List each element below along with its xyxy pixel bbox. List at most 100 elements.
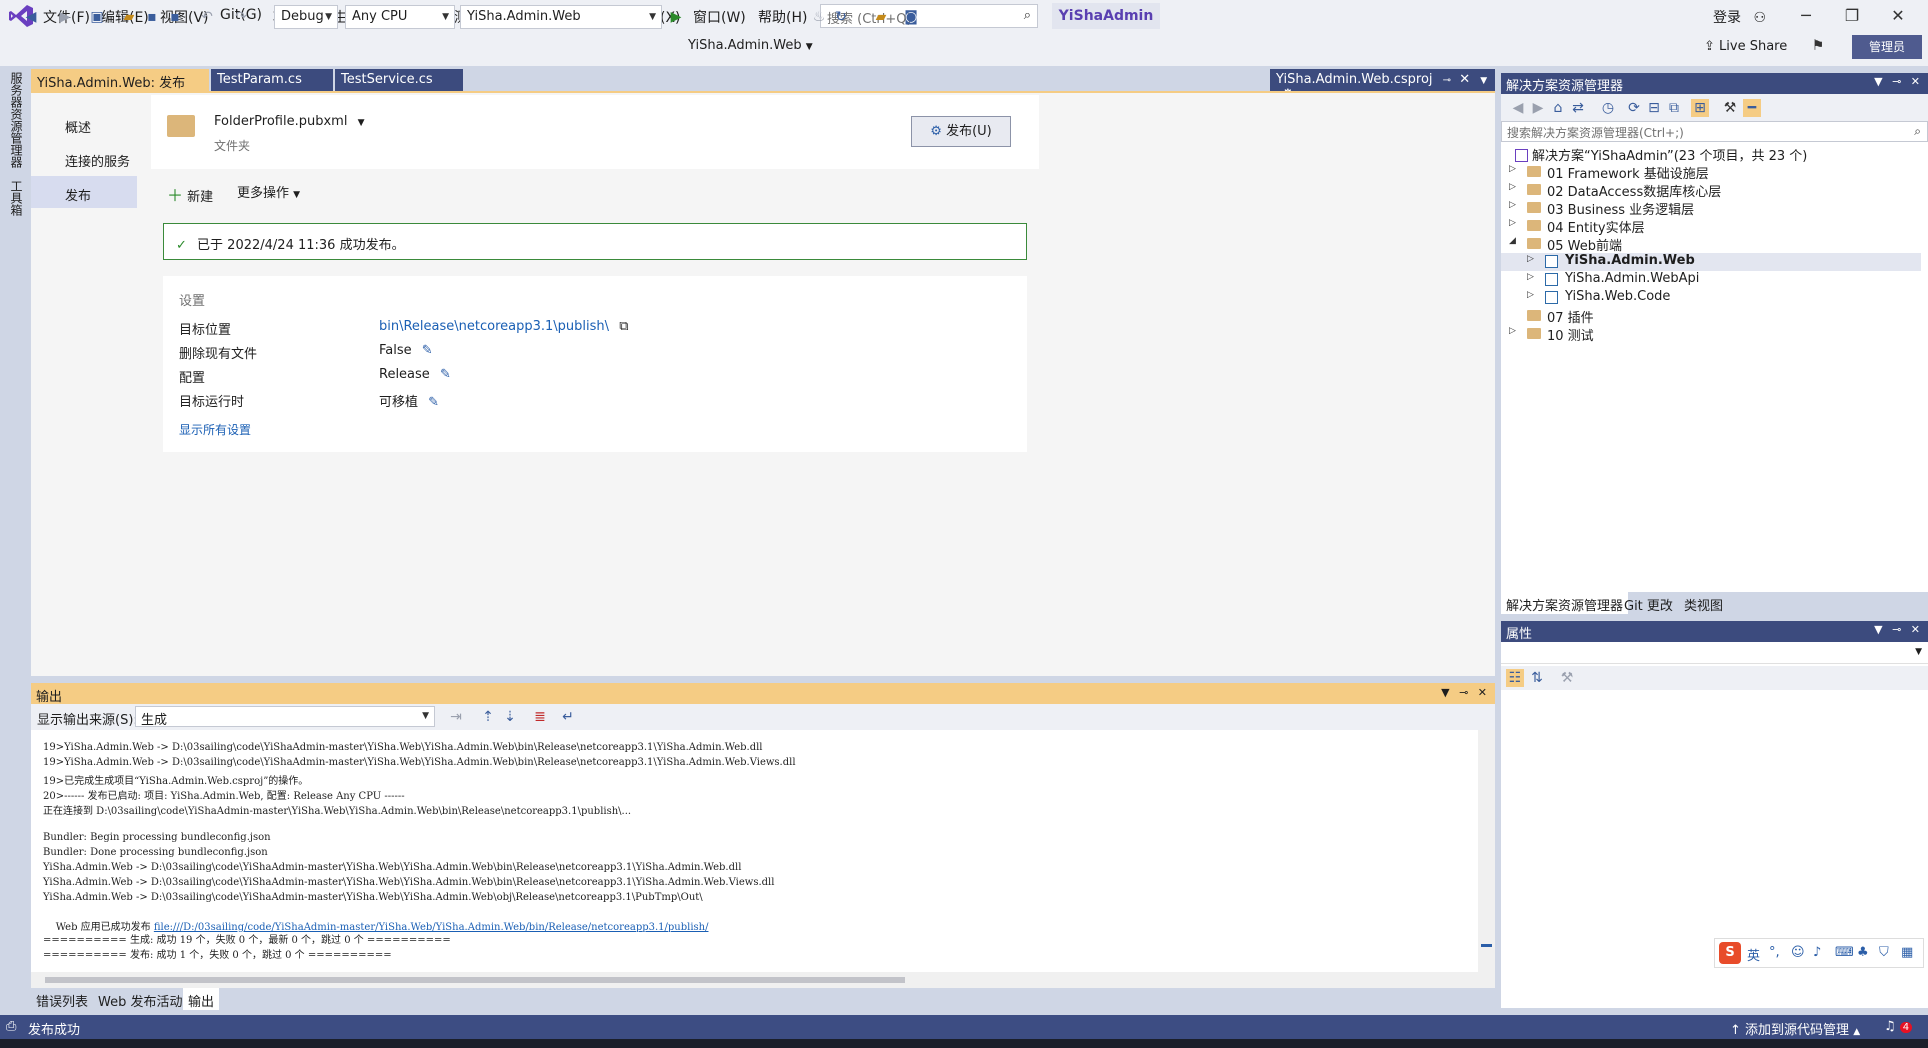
expand-icon[interactable]: ▷ <box>1509 164 1516 174</box>
find-message-icon[interactable]: ⇥ <box>447 708 465 726</box>
tab-error-list[interactable]: 错误列表 <box>31 988 93 1010</box>
output-text[interactable]: 19>YiSha.Admin.Web -> D:\03sailing\code\… <box>31 730 1495 988</box>
next-message-icon[interactable]: ⇣ <box>501 708 519 726</box>
chevron-down-icon[interactable]: ▼ <box>1441 686 1449 699</box>
punctuation-icon[interactable]: °, <box>1769 945 1780 960</box>
expand-icon[interactable]: ▷ <box>1527 272 1534 282</box>
home-icon[interactable]: ⌂ <box>1549 99 1567 117</box>
solution-root[interactable]: 解决方案“YiShaAdmin”(23 个项目，共 23 个) <box>1515 145 1807 164</box>
close-icon[interactable]: ✕ <box>1478 686 1487 699</box>
collapse-all-icon[interactable]: ⊟ <box>1645 99 1663 117</box>
show-all-settings-link[interactable]: 显示所有设置 <box>179 421 251 438</box>
expand-icon[interactable]: ▷ <box>1509 326 1516 336</box>
solution-explorer-search[interactable]: 搜索解决方案资源管理器(Ctrl+;) ⌕ <box>1501 121 1928 142</box>
properties-object-select[interactable]: ▼ <box>1501 642 1928 664</box>
word-wrap-icon[interactable]: ↵ <box>559 708 577 726</box>
forward-icon[interactable]: ▶ <box>56 8 74 26</box>
sync-icon[interactable]: ⟳ <box>1625 99 1643 117</box>
tree-item[interactable]: ▷ YiSha.Admin.WebApi <box>1501 271 1921 289</box>
nav-overview[interactable]: 概述 <box>31 108 137 140</box>
expand-icon[interactable]: ▷ <box>1509 200 1516 210</box>
save-icon[interactable]: ▪ <box>143 8 161 26</box>
scroll-thumb[interactable] <box>1481 944 1492 947</box>
tab-publish[interactable]: YiSha.Admin.Web: 发布 ⊸ ✕ <box>31 69 209 106</box>
output-vertical-scrollbar[interactable] <box>1478 730 1495 988</box>
preview-icon[interactable]: ⊞ <box>1691 99 1709 117</box>
tab-class-view[interactable]: 类视图 <box>1679 592 1728 614</box>
profile-select[interactable]: FolderProfile.pubxml ▼ <box>214 114 365 129</box>
properties-wrench-icon[interactable]: ⚒ <box>1721 99 1739 117</box>
clear-all-icon[interactable]: ≣ <box>531 708 549 726</box>
target-location-link[interactable]: bin\Release\netcoreapp3.1\publish\ <box>379 319 609 334</box>
run-target-button[interactable]: YiSha.Admin.Web ▼ <box>688 38 813 53</box>
expand-icon[interactable]: ▷ <box>1509 218 1516 228</box>
configuration-select[interactable]: Debug ▼ <box>274 5 338 29</box>
expand-icon[interactable]: ▷ <box>1527 254 1534 264</box>
undo-icon[interactable]: ↶ <box>198 8 216 26</box>
tab-testparam[interactable]: TestParam.cs <box>211 69 333 91</box>
pending-changes-icon[interactable]: ◷ <box>1599 99 1617 117</box>
tab-output[interactable]: 输出 <box>183 988 220 1010</box>
scroll-thumb[interactable] <box>45 977 905 983</box>
expand-icon[interactable]: ▷ <box>1509 182 1516 192</box>
tree-item[interactable]: ▷ 03 Business 业务逻辑层 <box>1501 199 1921 218</box>
toolbox-tab[interactable]: 工具箱 <box>8 180 25 216</box>
hot-reload-icon[interactable]: ♨ <box>810 8 828 26</box>
output-source-select[interactable]: 生成 ▼ <box>135 706 435 728</box>
screenshot-icon[interactable]: ◙ <box>902 8 920 26</box>
nav-publish[interactable]: 发布 <box>31 176 137 208</box>
tree-item[interactable]: ▷ 10 测试 <box>1501 325 1921 344</box>
switch-view-icon[interactable]: ⇄ <box>1569 99 1587 117</box>
tab-web-publish-activity[interactable]: Web 发布活动 <box>93 988 187 1010</box>
menu-item[interactable]: 帮助(H) <box>758 7 807 27</box>
nav-connected-services[interactable]: 连接的服务 <box>31 142 137 174</box>
pin-icon[interactable]: ⊸ <box>1892 75 1901 88</box>
forward-icon[interactable]: ▶ <box>1529 99 1547 117</box>
ime-lang[interactable]: 英 <box>1747 945 1760 964</box>
minimize-button[interactable]: ─ <box>1784 4 1828 28</box>
skin-icon[interactable]: ♣ <box>1857 945 1869 960</box>
tree-item[interactable]: ▷ YiSha.Web.Code <box>1501 289 1921 307</box>
tab-testservice[interactable]: TestService.cs <box>335 69 463 91</box>
microphone-icon[interactable]: ♪ <box>1813 945 1821 960</box>
publish-button[interactable]: ⚙ 发布(U) <box>911 116 1011 147</box>
tab-git-changes[interactable]: Git 更改 <box>1619 592 1678 614</box>
sogou-logo-icon[interactable]: S <box>1719 942 1741 964</box>
start-debug-icon[interactable]: ▶ <box>667 8 685 26</box>
prev-message-icon[interactable]: ⇡ <box>479 708 497 726</box>
close-icon[interactable]: ✕ <box>1911 623 1920 636</box>
tree-item[interactable]: ◢ 05 Web前端 <box>1501 235 1921 254</box>
close-window-button[interactable]: ✕ <box>1876 4 1920 28</box>
feedback-icon[interactable]: ⚑ <box>1809 37 1827 55</box>
tree-item[interactable]: ▷ 02 DataAccess数据库核心层 <box>1501 181 1921 200</box>
categorized-icon[interactable]: ☷ <box>1506 669 1524 687</box>
copy-icon[interactable]: ⧉ <box>619 319 628 334</box>
pin-active-icon[interactable]: ━ <box>1743 99 1761 117</box>
login-link[interactable]: 登录 ⚇ <box>1713 7 1766 27</box>
redo-icon[interactable]: ↷ <box>232 8 250 26</box>
alphabetical-icon[interactable]: ⇅ <box>1528 669 1546 687</box>
pin-icon[interactable]: ⊸ <box>1443 75 1451 86</box>
tab-csproj[interactable]: YiSha.Admin.Web.csproj ⊸ ✕ ▼ ⚙ <box>1270 69 1495 102</box>
tree-item[interactable]: ▷ YiSha.Admin.Web <box>1501 253 1921 271</box>
edit-icon[interactable]: ✎ <box>440 367 451 382</box>
open-file-icon[interactable]: ▰ <box>120 8 138 26</box>
collapse-icon[interactable]: ◢ <box>1509 236 1516 246</box>
refresh-icon[interactable]: ↻ <box>832 8 850 26</box>
keyboard-icon[interactable]: ⌨ <box>1835 945 1854 960</box>
new-project-icon[interactable]: ▣ <box>88 8 106 26</box>
browse-folder-icon[interactable]: ▰ <box>872 8 890 26</box>
close-icon[interactable]: ✕ <box>1911 75 1920 88</box>
emoji-icon[interactable]: ☺ <box>1791 945 1805 960</box>
edit-icon[interactable]: ✎ <box>428 395 439 410</box>
shirt-icon[interactable]: ⛉ <box>1879 945 1889 960</box>
menu-item[interactable]: 窗口(W) <box>693 7 746 27</box>
more-actions-button[interactable]: 更多操作 ▼ <box>237 182 300 201</box>
platform-select[interactable]: Any CPU ▼ <box>345 5 455 29</box>
pin-icon[interactable]: ⊸ <box>1892 623 1901 636</box>
save-all-icon[interactable]: ▪ <box>166 8 184 26</box>
tree-item[interactable]: 07 插件 <box>1501 307 1921 326</box>
back-icon[interactable]: ◀ <box>22 8 40 26</box>
pin-icon[interactable]: ⊸ <box>1459 686 1468 699</box>
tree-item[interactable]: ▷ 04 Entity实体层 <box>1501 217 1921 236</box>
